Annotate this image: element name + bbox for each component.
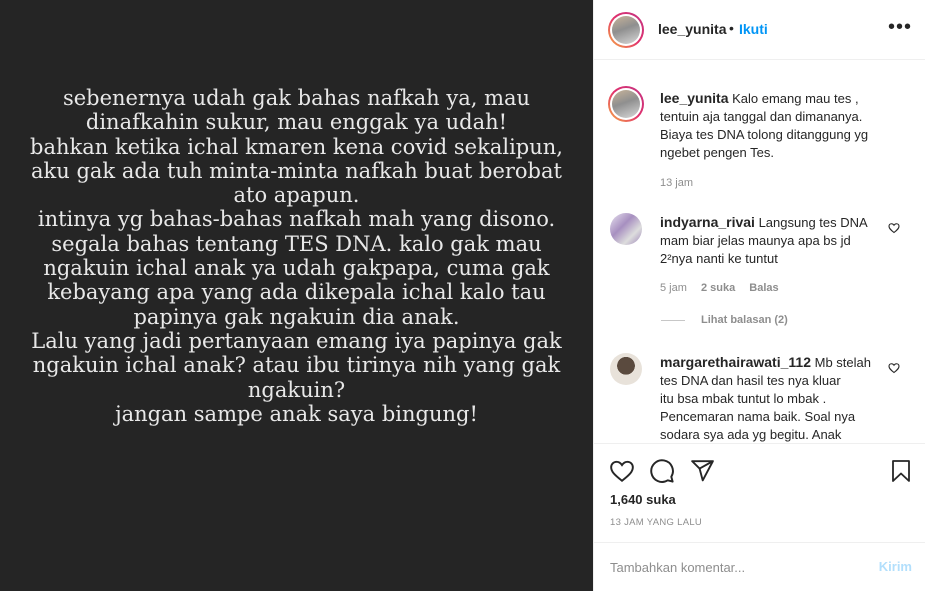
view-replies-label: Lihat balasan (2) xyxy=(701,314,788,326)
header-avatar[interactable] xyxy=(608,12,644,48)
post-time-ago[interactable]: 13 JAM YANG LALU xyxy=(610,517,702,528)
post-comment-button[interactable]: Kirim xyxy=(879,559,912,574)
post-text-line: sebenernya udah gak bahas nafkah ya, mau xyxy=(62,86,531,110)
comment-text-line: Mb stelah xyxy=(814,355,871,370)
share-icon[interactable] xyxy=(690,458,715,483)
caption-text-line: tentuin aja tanggal dan dimananya. xyxy=(660,109,863,124)
post-text-line: ngakuin? xyxy=(247,377,346,402)
comment-avatar[interactable] xyxy=(610,213,642,245)
post-text-line: segala bahas tentang TES DNA. kalo gak m… xyxy=(51,231,542,256)
comments-list[interactable]: lee_yunita Kalo emang mau tes , tentuin … xyxy=(594,60,925,443)
post-text-line: ato apapun. xyxy=(233,183,360,208)
comment-time[interactable]: 5 jam xyxy=(660,282,687,294)
post-text-line: aku gak ada tuh minta-minta nafkah buat … xyxy=(31,158,562,183)
post-text-line: jangan sampe anak saya bingung! xyxy=(115,401,478,426)
post-actions: 1,640 suka 13 JAM YANG LALU Kirim xyxy=(594,443,925,591)
caption-time[interactable]: 13 jam xyxy=(660,177,693,189)
reply-button[interactable]: Balas xyxy=(749,282,778,294)
follow-button[interactable]: Ikuti xyxy=(739,21,768,37)
avatar-photo xyxy=(612,16,640,44)
comment-text-line: tes DNA dan hasil tes nya kluar xyxy=(660,373,841,388)
caption-text-line: ngebet pengen Tes. xyxy=(660,145,774,160)
caption-avatar[interactable] xyxy=(608,86,644,122)
post-text-line: ngakuin ichal anak? atau ibu tirinya nih… xyxy=(32,353,561,378)
caption-text-line: Biaya tes DNA tolong ditanggung yg xyxy=(660,127,869,142)
likes-count[interactable]: 1,640 suka xyxy=(610,492,676,507)
post-text-line: dinafkahin sukur, mau enggak ya udah! xyxy=(85,110,508,135)
comment-text-line: mam biar jelas maunya apa bs jd xyxy=(660,233,851,248)
comment-like-heart-icon[interactable] xyxy=(888,222,900,234)
heart-icon[interactable] xyxy=(609,458,635,484)
comment-meta: 5 jam 2 suka Balas xyxy=(660,282,790,294)
replies-divider xyxy=(661,319,685,321)
post-text-block: sebenernya udah gak bahas nafkah ya, mau… xyxy=(0,86,593,426)
comment-like-heart-icon[interactable] xyxy=(888,362,900,374)
comment-likes[interactable]: 2 suka xyxy=(701,282,735,294)
post-side-panel: lee_yunita • Ikuti ••• lee_yunita Kalo e… xyxy=(593,0,925,591)
bookmark-icon[interactable] xyxy=(889,458,913,484)
add-comment-input[interactable] xyxy=(610,557,860,577)
post-text-line: bahkan ketika ichal kmaren kena covid se… xyxy=(30,134,563,159)
caption-username[interactable]: lee_yunita xyxy=(660,90,728,106)
post-text-line: ngakuin ichal anak ya udah gakpapa, cuma… xyxy=(43,256,550,281)
more-horizontal-icon[interactable]: ••• xyxy=(888,17,912,37)
comment-username[interactable]: margarethairawati_112 xyxy=(660,354,811,370)
comment: indyarna_rivai Langsung tes DNA mam biar… xyxy=(660,213,868,268)
comment-avatar[interactable] xyxy=(610,353,642,385)
post-text-line: intinya yg bahas-bahas nafkah mah yang d… xyxy=(37,207,556,232)
caption: lee_yunita Kalo emang mau tes , tentuin … xyxy=(660,89,868,162)
comment-text-line: Pencemaran nama baik. Soal nya xyxy=(660,409,856,424)
comment-icon[interactable] xyxy=(649,458,675,484)
comment: margarethairawati_112 Mb stelah tes DNA … xyxy=(660,353,871,443)
post-image[interactable]: sebenernya udah gak bahas nafkah ya, mau… xyxy=(0,0,593,591)
post-header: lee_yunita • Ikuti ••• xyxy=(594,0,925,60)
comment-username[interactable]: indyarna_rivai xyxy=(660,214,755,230)
caption-text-line: Kalo emang mau tes , xyxy=(732,91,859,106)
post-text-line: papinya gak ngakuin dia anak. xyxy=(133,304,460,329)
add-comment-bar: Kirim xyxy=(594,542,925,592)
comment-text-line: Langsung tes DNA xyxy=(758,215,868,230)
header-separator: • xyxy=(729,20,734,36)
comment-text-line: sodara sya ada yg begitu. Anak xyxy=(660,427,842,442)
header-username[interactable]: lee_yunita xyxy=(658,21,726,37)
view-replies-button[interactable]: Lihat balasan (2) xyxy=(661,314,788,326)
avatar-photo xyxy=(612,90,640,118)
comment-text-line: 2²nya nanti ke tuntut xyxy=(660,251,778,266)
post-text-line: kebayang apa yang ada dikepala ichal kal… xyxy=(47,280,546,305)
caption-meta: 13 jam xyxy=(660,177,704,189)
comment-text-line: itu bsa mbak tuntut lo mbak . xyxy=(660,391,827,406)
post-text-line: Lalu yang jadi pertanyaan emang iya papi… xyxy=(31,328,562,353)
